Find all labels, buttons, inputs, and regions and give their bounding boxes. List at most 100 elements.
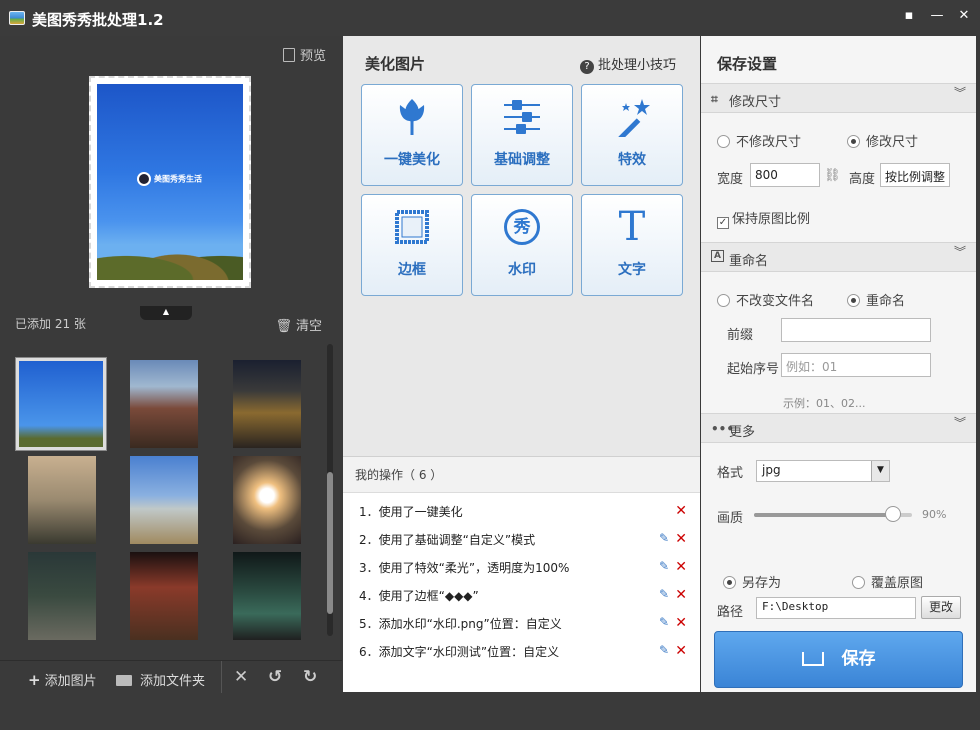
width-input[interactable]: 800 xyxy=(750,163,820,187)
change-path-button[interactable]: 更改 xyxy=(921,596,961,619)
edit-op-icon[interactable]: ✎ xyxy=(659,559,669,573)
chevron-down-icon[interactable]: ▼ xyxy=(871,461,889,481)
path-input[interactable]: F:\Desktop xyxy=(756,597,916,619)
save-settings-header: 保存设置 xyxy=(717,55,778,73)
operations-panel: 我的操作（ 6 ） 1．使用了一键美化 ✕ 2．使用了基础调整“自定义”模式 ✎ ✕ … xyxy=(343,456,700,692)
path-label: 路径 xyxy=(717,605,744,620)
card-label: 边框 xyxy=(398,262,426,278)
preview-watermark: 美图秀秀生活 xyxy=(137,172,202,186)
delete-op-icon[interactable]: ✕ xyxy=(675,615,687,631)
delete-op-icon[interactable]: ✕ xyxy=(675,503,687,519)
card-watermark[interactable]: 秀 水印 xyxy=(471,194,573,296)
rename-example: 示例：01、02... xyxy=(783,397,866,410)
thumbnail[interactable] xyxy=(233,456,301,544)
plus-icon: + xyxy=(28,671,41,689)
chevron-down-icon[interactable]: ︾ xyxy=(954,246,966,258)
delete-op-icon[interactable]: ✕ xyxy=(675,559,687,575)
preview-image-frame: 美图秀秀生活 xyxy=(89,76,251,288)
left-panel: 预览 美图秀秀生活 ▲ 已添加 21 张 🗑 清空 + 添加图片 添加文件夹 ✕ ↺… xyxy=(0,36,342,730)
title-bar: 美图秀秀批处理1.2 ▪ — ✕ xyxy=(0,0,980,36)
trash-icon: 🗑 xyxy=(275,319,292,334)
format-label: 格式 xyxy=(717,466,744,481)
save-button[interactable]: 保存 xyxy=(714,631,963,688)
save-icon xyxy=(801,652,824,666)
thumbnail[interactable] xyxy=(233,552,301,640)
slider-knob[interactable] xyxy=(885,506,902,522)
clear-button[interactable]: 🗑 清空 xyxy=(275,315,322,334)
quality-label: 画质 xyxy=(717,511,744,526)
preview-link[interactable]: 预览 xyxy=(282,45,326,64)
card-text[interactable]: T 文字 xyxy=(581,194,683,296)
edit-op-icon[interactable]: ✎ xyxy=(659,615,669,629)
quality-slider[interactable] xyxy=(754,506,912,522)
section-rename[interactable]: A 重命名 ︾ xyxy=(701,242,976,272)
rename-radio[interactable]: 重命名 xyxy=(847,290,905,309)
delete-op-icon[interactable]: ✕ xyxy=(675,531,687,547)
card-label: 特效 xyxy=(618,152,646,168)
thumbnail[interactable] xyxy=(130,360,198,448)
ops-header: 我的操作（ 6 ） xyxy=(343,457,700,493)
no-rename-radio[interactable]: 不改变文件名 xyxy=(717,290,814,309)
thumbnail[interactable] xyxy=(130,552,198,640)
preview-image: 美图秀秀生活 xyxy=(97,84,243,280)
overwrite-radio[interactable]: 覆盖原图 xyxy=(852,572,923,591)
add-image-button[interactable]: + 添加图片 xyxy=(28,670,97,689)
thumbnail[interactable] xyxy=(130,456,198,544)
chevron-down-icon[interactable]: ︾ xyxy=(954,417,966,429)
thumbnail[interactable] xyxy=(28,552,96,640)
save-as-radio[interactable]: 另存为 xyxy=(723,572,781,591)
prefix-label: 前缀 xyxy=(727,328,754,343)
card-effects[interactable]: 特效 xyxy=(581,84,683,186)
delete-icon[interactable]: ✕ xyxy=(234,667,248,687)
text-icon: T xyxy=(618,204,646,250)
middle-panel: 美化图片 ?批处理小技巧 一键美化 基础调整 特效 边框 秀 水印 T 文字 xyxy=(343,36,700,692)
section-more[interactable]: ••• 更多 ︾ xyxy=(701,413,976,443)
add-folder-button[interactable]: 添加文件夹 xyxy=(116,670,205,689)
edit-op-icon[interactable]: ✎ xyxy=(659,531,669,545)
prefix-input[interactable] xyxy=(781,318,931,342)
crop-icon: ⌗ xyxy=(711,92,718,106)
section-resize[interactable]: ⌗ 修改尺寸 ︾ xyxy=(701,83,976,113)
card-basic-adjust[interactable]: 基础调整 xyxy=(471,84,573,186)
card-label: 一键美化 xyxy=(384,152,440,168)
link-icon[interactable]: ⛓ xyxy=(824,168,841,183)
delete-op-icon[interactable]: ✕ xyxy=(675,643,687,659)
start-number-input[interactable]: 例如：01 xyxy=(781,353,931,377)
close-button[interactable]: ✕ xyxy=(953,6,975,26)
tips-link[interactable]: ? 批处理小技巧 xyxy=(579,54,676,74)
keep-ratio-checkbox[interactable]: ✓ 保持原图比例 xyxy=(717,208,810,229)
thumbnail-selected[interactable] xyxy=(15,357,107,451)
height-input[interactable]: 按比例调整 xyxy=(880,163,950,187)
feedback-icon[interactable]: ▪ xyxy=(898,6,920,26)
op-row: 2．使用了基础调整“自定义”模式 ✎ ✕ xyxy=(359,531,687,547)
thumbnail-scrollbar[interactable] xyxy=(327,344,333,636)
folder-icon xyxy=(116,675,132,686)
delete-op-icon[interactable]: ✕ xyxy=(675,587,687,603)
rotate-left-icon[interactable]: ↺ xyxy=(268,667,282,687)
thumbnail[interactable] xyxy=(28,456,96,544)
card-border[interactable]: 边框 xyxy=(361,194,463,296)
sliders-icon xyxy=(472,97,572,137)
width-label: 宽度 xyxy=(717,172,744,187)
preview-icon xyxy=(282,48,295,62)
edit-op-icon[interactable]: ✎ xyxy=(659,643,669,657)
height-label: 高度 xyxy=(849,172,876,187)
resize-radio[interactable]: 修改尺寸 xyxy=(847,131,918,150)
scrollbar-thumb[interactable] xyxy=(327,472,333,614)
minimize-button[interactable]: — xyxy=(926,6,948,26)
frame-icon xyxy=(362,207,462,247)
card-label: 基础调整 xyxy=(494,152,550,168)
tulip-icon xyxy=(362,97,462,137)
card-one-click-beautify[interactable]: 一键美化 xyxy=(361,84,463,186)
card-label: 文字 xyxy=(618,262,646,278)
rotate-right-icon[interactable]: ↻ xyxy=(303,667,317,687)
count-bar: 已添加 21 张 🗑 清空 xyxy=(0,312,342,338)
format-select[interactable]: jpg ▼ xyxy=(756,460,890,482)
help-icon: ? xyxy=(579,60,594,74)
op-row: 5．添加水印“水印.png”位置：自定义 ✎ ✕ xyxy=(359,615,687,631)
no-resize-radio[interactable]: 不修改尺寸 xyxy=(717,131,801,150)
chevron-down-icon[interactable]: ︾ xyxy=(954,87,966,99)
thumbnail[interactable] xyxy=(233,360,301,448)
op-row: 3．使用了特效“柔光”，透明度为100% ✎ ✕ xyxy=(359,559,687,575)
edit-op-icon[interactable]: ✎ xyxy=(659,587,669,601)
